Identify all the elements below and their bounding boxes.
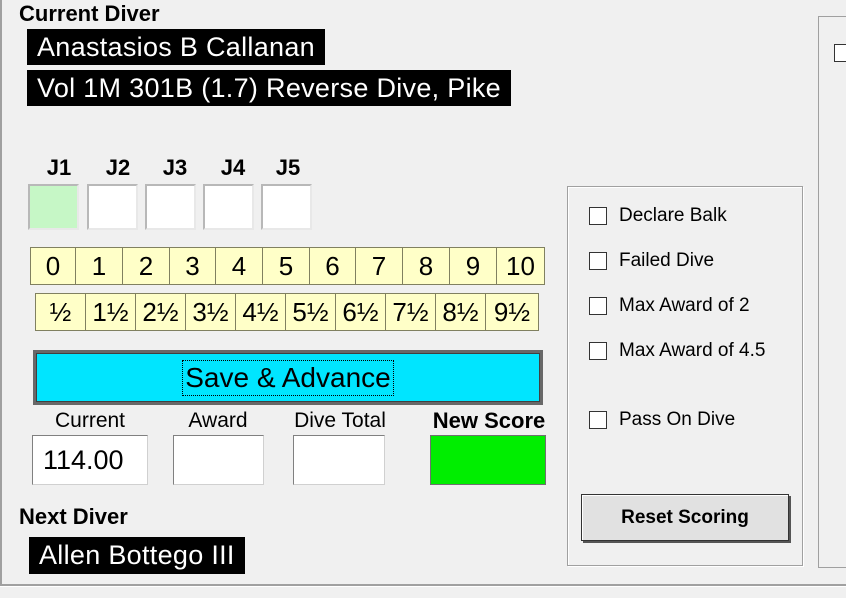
current-score-label: Current (54, 409, 126, 432)
score-button-3-5[interactable]: 3½ (185, 293, 236, 331)
max-award-2-label: Max Award of 2 (619, 295, 750, 316)
score-button-5-5[interactable]: 5½ (285, 293, 336, 331)
score-button-5[interactable]: 5 (262, 247, 310, 285)
score-button-8-5[interactable]: 8½ (435, 293, 486, 331)
option-declare-balk[interactable]: Declare Balk (589, 203, 727, 229)
pass-on-dive-label: Pass On Dive (619, 409, 736, 430)
reset-scoring-button[interactable]: Reset Scoring (581, 494, 789, 541)
score-button-10[interactable]: 10 (496, 247, 545, 285)
current-dive-description: Vol 1M 301B (1.7) Reverse Dive, Pike (27, 70, 511, 106)
max-award-4-5-label: Max Award of 4.5 (619, 340, 766, 361)
option-pass-on-dive[interactable]: Pass On Dive (589, 407, 735, 433)
award-field (173, 435, 264, 485)
judge-label-j4: J4 (220, 155, 246, 180)
judge-label-j2: J2 (105, 155, 131, 180)
judge-label-j3: J3 (162, 155, 188, 180)
score-button-9-5[interactable]: 9½ (485, 293, 539, 331)
save-advance-label: Save & Advance (182, 359, 394, 396)
score-button-1-5[interactable]: 1½ (85, 293, 136, 331)
score-button-0-5[interactable]: ½ (35, 293, 86, 331)
right-side-panel (818, 16, 846, 568)
new-score-label: New Score (432, 408, 546, 433)
current-diver-name: Anastasios B Callanan (27, 29, 325, 65)
award-label: Award (188, 409, 248, 432)
score-button-3[interactable]: 3 (169, 247, 216, 285)
judge-label-j1: J1 (46, 155, 72, 180)
option-max-award-2[interactable]: Max Award of 2 (589, 293, 750, 319)
declare-balk-label: Declare Balk (619, 205, 727, 226)
option-failed-dive[interactable]: Failed Dive (589, 248, 714, 274)
score-button-2-5[interactable]: 2½ (135, 293, 186, 331)
judge-score-j1[interactable] (28, 184, 79, 230)
dive-total-label: Dive Total (294, 409, 386, 432)
current-score-field: 114.00 (32, 435, 148, 485)
judge-score-j5[interactable] (261, 184, 312, 230)
current-diver-label: Current Diver (19, 1, 160, 26)
score-button-2[interactable]: 2 (122, 247, 170, 285)
declare-balk-checkbox[interactable] (589, 207, 607, 225)
score-button-7-5[interactable]: 7½ (385, 293, 436, 331)
status-strip (0, 586, 846, 598)
save-advance-button[interactable]: Save & Advance (33, 350, 543, 405)
next-diver-label: Next Diver (19, 504, 128, 529)
score-button-7[interactable]: 7 (355, 247, 403, 285)
max-award-4-5-checkbox[interactable] (589, 342, 607, 360)
judge-score-j3[interactable] (145, 184, 196, 230)
pass-on-dive-checkbox[interactable] (589, 411, 607, 429)
score-button-0[interactable]: 0 (30, 247, 76, 285)
judge-score-j4[interactable] (203, 184, 254, 230)
right-panel-checkbox[interactable] (834, 44, 846, 62)
score-button-1[interactable]: 1 (75, 247, 123, 285)
score-button-8[interactable]: 8 (402, 247, 450, 285)
dive-total-field (293, 435, 385, 485)
judge-label-j5: J5 (275, 155, 301, 180)
score-button-4-5[interactable]: 4½ (235, 293, 286, 331)
score-button-6[interactable]: 6 (309, 247, 356, 285)
judge-score-j2[interactable] (87, 184, 138, 230)
score-button-9[interactable]: 9 (449, 247, 497, 285)
failed-dive-checkbox[interactable] (589, 252, 607, 270)
max-award-2-checkbox[interactable] (589, 297, 607, 315)
new-score-field (430, 435, 546, 485)
option-max-award-4-5[interactable]: Max Award of 4.5 (589, 338, 765, 364)
save-advance-face[interactable]: Save & Advance (36, 353, 540, 402)
next-diver-name: Allen Bottego III (29, 537, 245, 574)
score-button-4[interactable]: 4 (215, 247, 263, 285)
panel-left-edge (0, 0, 2, 590)
score-button-6-5[interactable]: 6½ (335, 293, 386, 331)
failed-dive-label: Failed Dive (619, 250, 715, 271)
